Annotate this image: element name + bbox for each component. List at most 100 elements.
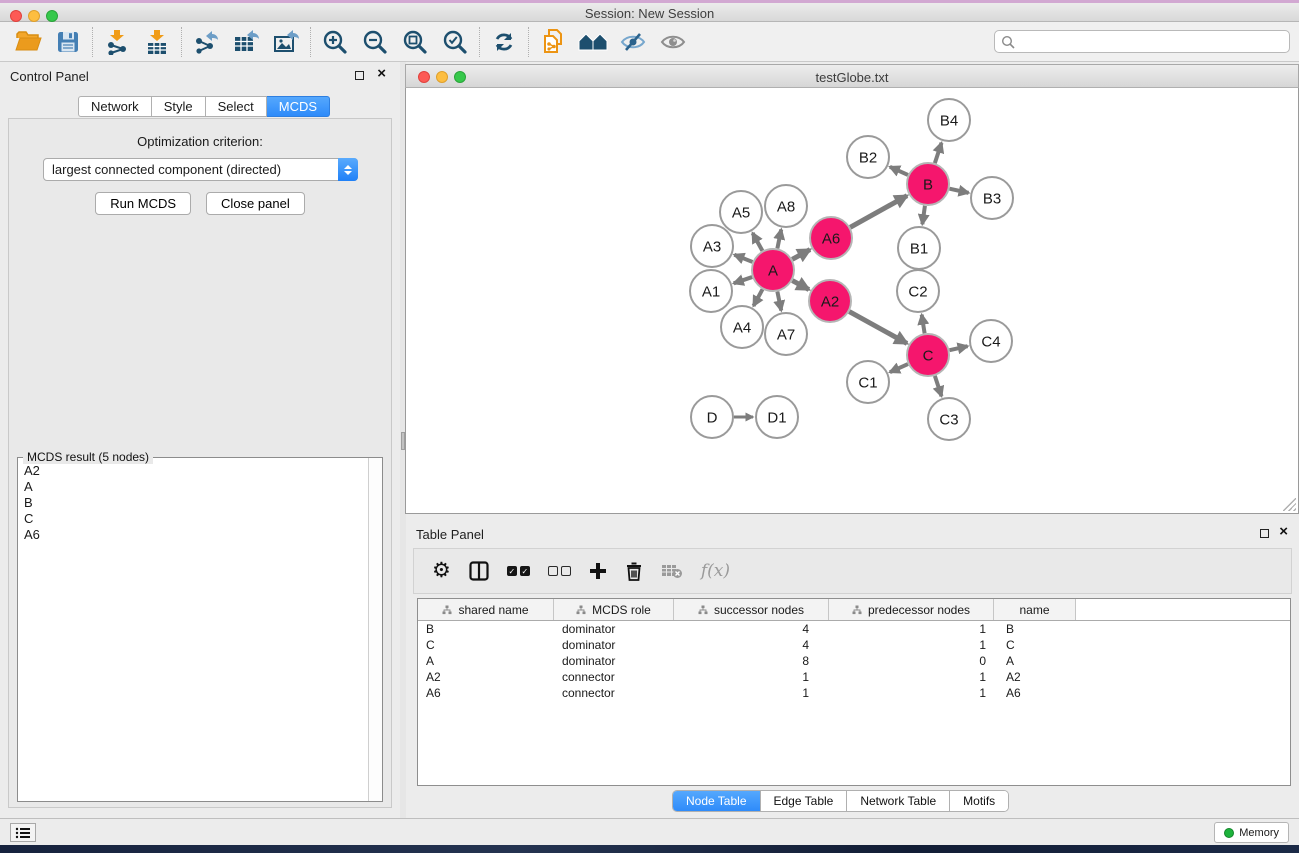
graph-edge-B-B4[interactable]	[935, 143, 942, 163]
tab-network[interactable]: Network	[78, 96, 152, 117]
graph-edge-B-B2[interactable]	[890, 167, 908, 175]
tab-motifs[interactable]: Motifs	[950, 791, 1008, 811]
network-canvas[interactable]: AA6A2BCA1A3A4A5A7A8B1B2B3B4C1C2C3C4DD1	[405, 88, 1299, 514]
show-graphics-details-button[interactable]	[653, 25, 693, 59]
tab-select[interactable]: Select	[206, 96, 267, 117]
table-cell[interactable]: 1	[674, 670, 829, 684]
zoom-out-button[interactable]	[355, 25, 395, 59]
zoom-fit-button[interactable]	[395, 25, 435, 59]
table-cell[interactable]: C	[994, 638, 1076, 652]
table-cell[interactable]: A2	[418, 670, 554, 684]
graph-edge-C-C2[interactable]	[922, 315, 925, 334]
table-settings-button[interactable]: ⚙	[432, 561, 451, 581]
table-cell[interactable]: 0	[829, 654, 994, 668]
table-cell[interactable]: dominator	[554, 654, 674, 668]
table-row[interactable]: Cdominator41C	[418, 637, 1290, 653]
result-list-item[interactable]: A6	[18, 527, 368, 543]
graph-edge-A-A8[interactable]	[777, 230, 781, 249]
show-column-panel-button[interactable]	[469, 561, 489, 581]
show-panels-button[interactable]	[10, 823, 36, 842]
tab-edge-table[interactable]: Edge Table	[761, 791, 848, 811]
search-input[interactable]	[994, 30, 1290, 53]
tab-network-table[interactable]: Network Table	[847, 791, 950, 811]
table-cell[interactable]: dominator	[554, 638, 674, 652]
table-cell[interactable]: 4	[674, 638, 829, 652]
column-header[interactable]: predecessor nodes	[829, 599, 994, 620]
mcds-result-list[interactable]: A2ABCA6	[18, 463, 368, 801]
table-cell[interactable]: 1	[829, 686, 994, 700]
table-cell[interactable]: A6	[994, 686, 1076, 700]
memory-button[interactable]: Memory	[1214, 822, 1289, 843]
zoom-selected-button[interactable]	[435, 25, 475, 59]
table-cell[interactable]: connector	[554, 670, 674, 684]
function-builder-button[interactable]: f(x)	[701, 561, 730, 581]
graph-edge-C-C1[interactable]	[890, 364, 908, 372]
network-graph[interactable]: AA6A2BCA1A3A4A5A7A8B1B2B3B4C1C2C3C4DD1	[406, 88, 1298, 512]
delete-column-button[interactable]	[625, 561, 643, 581]
graph-edge-A-A1[interactable]	[734, 277, 752, 283]
run-mcds-button[interactable]: Run MCDS	[95, 192, 191, 215]
select-all-columns-button[interactable]: ✓ ✓	[507, 566, 530, 576]
zoom-in-button[interactable]	[315, 25, 355, 59]
graph-edge-A-A3[interactable]	[734, 255, 752, 262]
table-row[interactable]: A2connector11A2	[418, 669, 1290, 685]
column-header[interactable]: shared name	[418, 599, 554, 620]
float-table-panel-icon[interactable]	[1260, 529, 1269, 538]
column-header[interactable]: MCDS role	[554, 599, 674, 620]
delete-table-button[interactable]	[661, 563, 683, 579]
graph-edge-C-C3[interactable]	[935, 376, 942, 396]
table-cell[interactable]: B	[994, 622, 1076, 636]
home-button[interactable]	[573, 25, 613, 59]
graph-edge-A-A7[interactable]	[777, 292, 781, 311]
graph-edge-A-A4[interactable]	[753, 289, 762, 306]
table-cell[interactable]: A6	[418, 686, 554, 700]
float-panel-icon[interactable]	[355, 71, 364, 80]
export-image-button[interactable]	[266, 25, 306, 59]
result-list-item[interactable]: C	[18, 511, 368, 527]
graph-edge-B-B1[interactable]	[922, 206, 925, 224]
import-network-button[interactable]	[97, 25, 137, 59]
table-cell[interactable]: 1	[829, 638, 994, 652]
close-panel-button[interactable]: Close panel	[206, 192, 305, 215]
table-cell[interactable]: A2	[994, 670, 1076, 684]
export-table-button[interactable]	[226, 25, 266, 59]
tab-mcds[interactable]: MCDS	[267, 96, 330, 117]
table-cell[interactable]: 1	[829, 622, 994, 636]
table-cell[interactable]: 1	[674, 686, 829, 700]
table-row[interactable]: Bdominator41B	[418, 621, 1290, 637]
graph-edge-A-A2[interactable]	[792, 281, 809, 290]
table-cell[interactable]: C	[418, 638, 554, 652]
resize-grip-icon[interactable]	[1283, 498, 1296, 511]
result-list-item[interactable]: B	[18, 495, 368, 511]
result-list-item[interactable]: A	[18, 479, 368, 495]
hide-graphics-details-button[interactable]	[613, 25, 653, 59]
column-header[interactable]: successor nodes	[674, 599, 829, 620]
graph-edge-A-A6[interactable]	[792, 250, 810, 260]
import-table-button[interactable]	[137, 25, 177, 59]
table-row[interactable]: A6connector11A6	[418, 685, 1290, 701]
graph-edge-A2-C[interactable]	[849, 312, 907, 344]
create-column-button[interactable]	[589, 562, 607, 580]
result-list-item[interactable]: A2	[18, 463, 368, 479]
graph-edge-B-B3[interactable]	[949, 189, 968, 193]
close-panel-icon[interactable]: ×	[377, 65, 386, 83]
optimization-criterion-select[interactable]: largest connected component (directed)	[43, 158, 358, 181]
graph-edge-A6-B[interactable]	[850, 196, 907, 228]
export-network-button[interactable]	[186, 25, 226, 59]
graph-edge-C-C4[interactable]	[949, 346, 967, 350]
clone-network-button[interactable]	[533, 25, 573, 59]
graph-edge-A-A5[interactable]	[753, 233, 763, 251]
unselect-all-columns-button[interactable]	[548, 566, 571, 576]
tab-style[interactable]: Style	[152, 96, 206, 117]
table-cell[interactable]: connector	[554, 686, 674, 700]
table-cell[interactable]: A	[418, 654, 554, 668]
refresh-button[interactable]	[484, 25, 524, 59]
table-cell[interactable]: dominator	[554, 622, 674, 636]
table-cell[interactable]: A	[994, 654, 1076, 668]
table-cell[interactable]: 8	[674, 654, 829, 668]
table-cell[interactable]: B	[418, 622, 554, 636]
table-row[interactable]: Adominator80A	[418, 653, 1290, 669]
tab-node-table[interactable]: Node Table	[673, 791, 761, 811]
table-cell[interactable]: 4	[674, 622, 829, 636]
table-cell[interactable]: 1	[829, 670, 994, 684]
